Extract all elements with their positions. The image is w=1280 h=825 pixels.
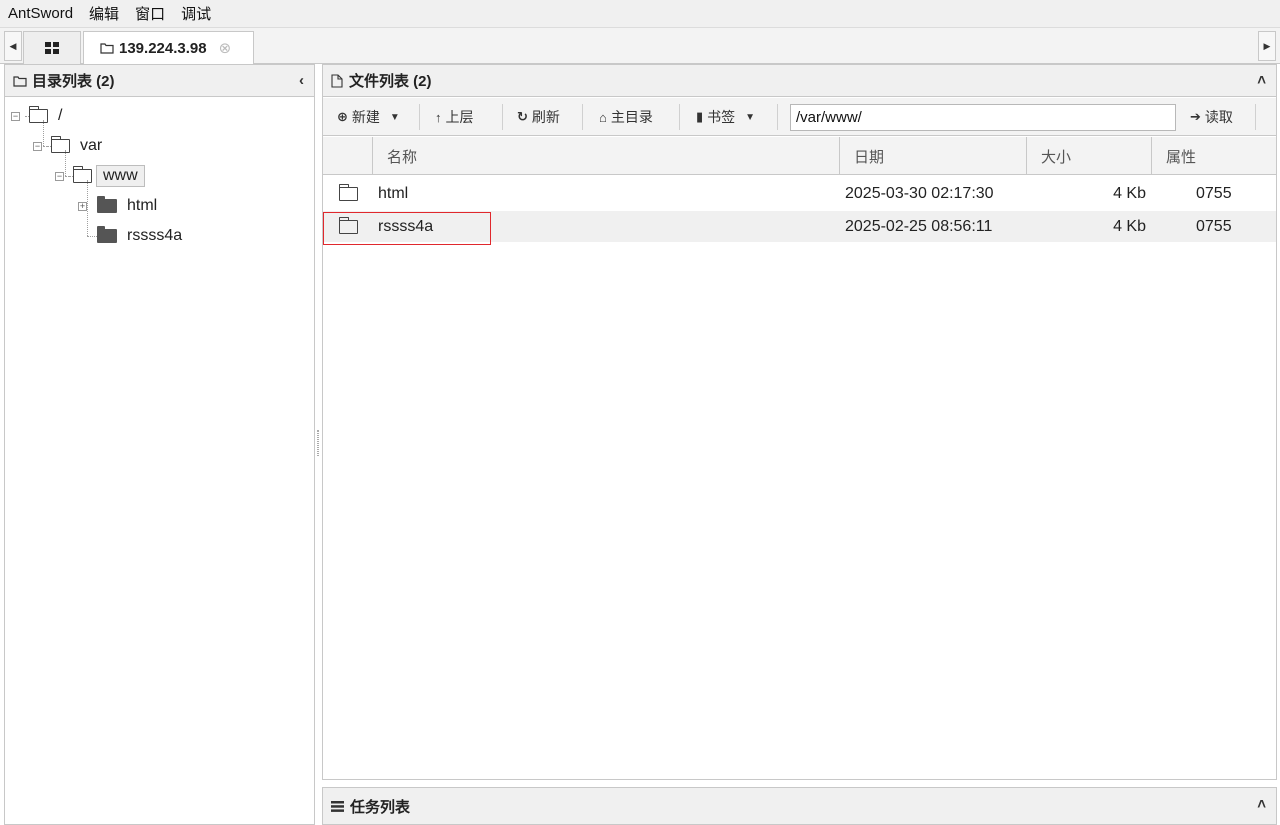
folder-icon — [13, 75, 27, 87]
tree-node-www[interactable]: www — [72, 164, 145, 188]
folder-icon — [97, 226, 117, 243]
home-dir-label: 主目录 — [610, 109, 653, 125]
directory-panel-title: 目录列表 (2) — [32, 73, 115, 90]
tab-bar: ◀ 139.224.3.98 ⊗ ▶ — [0, 28, 1280, 64]
folder-icon — [97, 196, 117, 213]
column-header-perm[interactable]: 属性 — [1152, 137, 1276, 175]
folder-icon — [100, 43, 114, 54]
folder-open-icon — [50, 136, 70, 153]
home-dir-button[interactable]: ⌂ 主目录 — [599, 103, 653, 131]
folder-icon — [338, 183, 358, 201]
tree-node-label: rssss4a — [127, 227, 183, 244]
folder-open-icon — [72, 166, 92, 183]
task-panel-header: 任务列表 ˄ — [323, 788, 1276, 824]
file-icon — [331, 73, 343, 88]
up-level-label: 上层 — [445, 109, 474, 125]
tree-node-html[interactable]: html — [97, 194, 163, 218]
tab-host-label: 139.224.3.98 — [119, 39, 207, 57]
plus-circle-icon: ⊕ — [337, 109, 348, 124]
tree-node-root[interactable]: / — [28, 104, 68, 128]
tree-node-label: html — [127, 197, 158, 214]
tree-node-label: www — [96, 165, 145, 187]
tab-scroll-left-button[interactable]: ◀ — [4, 31, 22, 61]
file-date: 2025-03-30 02:17:30 — [845, 184, 994, 202]
task-panel: 任务列表 ˄ — [322, 787, 1277, 825]
file-date: 2025-02-25 08:56:11 — [845, 217, 993, 235]
expand-up-icon[interactable]: ˄ — [1257, 796, 1266, 813]
column-header-name[interactable]: 名称 — [373, 137, 840, 175]
column-header-icon — [323, 137, 373, 175]
expand-html-icon[interactable]: + — [78, 202, 87, 211]
list-icon — [331, 800, 344, 812]
table-row[interactable]: html 2025-03-30 02:17:30 4 Kb 0755 — [323, 178, 1276, 209]
file-perm: 0755 — [1196, 184, 1232, 202]
home-icon: ⌂ — [599, 109, 607, 125]
caret-down-icon: ▼ — [389, 111, 400, 123]
tab-host[interactable]: 139.224.3.98 ⊗ — [83, 31, 254, 64]
up-level-button[interactable]: ↑ 上层 — [435, 103, 474, 131]
file-list-panel-header: 文件列表 (2) ˄ — [323, 65, 1276, 97]
file-size: 4 Kb — [1113, 217, 1146, 235]
menu-bar: AntSword 编辑 窗口 调试 — [0, 0, 1280, 28]
task-panel-title: 任务列表 — [350, 798, 411, 816]
menu-app[interactable]: AntSword — [8, 5, 73, 22]
file-name: html — [378, 184, 409, 202]
menu-window[interactable]: 窗口 — [135, 3, 165, 24]
tree-node-rssss4a[interactable]: rssss4a — [97, 224, 188, 248]
folder-open-icon — [28, 106, 48, 123]
column-header-size[interactable]: 大小 — [1027, 137, 1152, 175]
file-size: 4 Kb — [1113, 184, 1146, 202]
column-header-date[interactable]: 日期 — [840, 137, 1027, 175]
directory-panel-header: 目录列表 (2) ‹ — [5, 65, 314, 97]
collapse-var-icon[interactable]: − — [33, 142, 42, 151]
file-list-panel: 文件列表 (2) ˄ ⊕ 新建 ▼ ↑ 上层 ↻ 刷新 ⌂ 主目录 ▮ 书签 ▼ — [322, 64, 1277, 780]
new-button-label: 新建 — [351, 109, 380, 125]
highlight-box — [323, 212, 491, 245]
menu-edit[interactable]: 编辑 — [89, 3, 119, 24]
menu-debug[interactable]: 调试 — [181, 3, 211, 24]
refresh-label: 刷新 — [531, 109, 560, 125]
read-label: 读取 — [1204, 109, 1233, 125]
read-button[interactable]: ➔ 读取 — [1190, 103, 1233, 131]
file-grid-header: 名称 日期 大小 属性 — [323, 137, 1276, 175]
collapse-up-icon[interactable]: ˄ — [1257, 72, 1266, 89]
grid-icon — [45, 42, 59, 54]
bookmark-button[interactable]: ▮ 书签 ▼ — [696, 103, 755, 131]
bookmark-label: 书签 — [707, 109, 736, 125]
bookmark-icon: ▮ — [696, 109, 704, 124]
close-tab-icon[interactable]: ⊗ — [219, 39, 232, 57]
refresh-button[interactable]: ↻ 刷新 — [517, 103, 560, 131]
tree-node-label: var — [80, 137, 103, 154]
file-toolbar: ⊕ 新建 ▼ ↑ 上层 ↻ 刷新 ⌂ 主目录 ▮ 书签 ▼ ➔ 读取 — [323, 98, 1276, 136]
tab-home[interactable] — [23, 31, 81, 64]
tree-node-var[interactable]: var — [50, 134, 108, 158]
collapse-www-icon[interactable]: − — [55, 172, 64, 181]
arrow-up-icon: ↑ — [435, 109, 442, 125]
arrow-right-icon: ➔ — [1190, 109, 1201, 124]
collapse-root-icon[interactable]: − — [11, 112, 20, 121]
panel-splitter[interactable] — [317, 430, 319, 456]
tree-node-label: / — [58, 107, 63, 124]
tab-scroll-right-button[interactable]: ▶ — [1258, 31, 1276, 61]
directory-panel: 目录列表 (2) ‹ − / − var − www + html rssss4… — [4, 64, 315, 825]
file-perm: 0755 — [1196, 217, 1232, 235]
collapse-panel-icon[interactable]: ‹ — [299, 72, 304, 89]
file-list-panel-title: 文件列表 (2) — [349, 73, 432, 90]
refresh-icon: ↻ — [517, 109, 528, 124]
new-button[interactable]: ⊕ 新建 ▼ — [337, 103, 400, 131]
caret-down-icon: ▼ — [745, 111, 756, 123]
path-input[interactable] — [790, 104, 1176, 131]
